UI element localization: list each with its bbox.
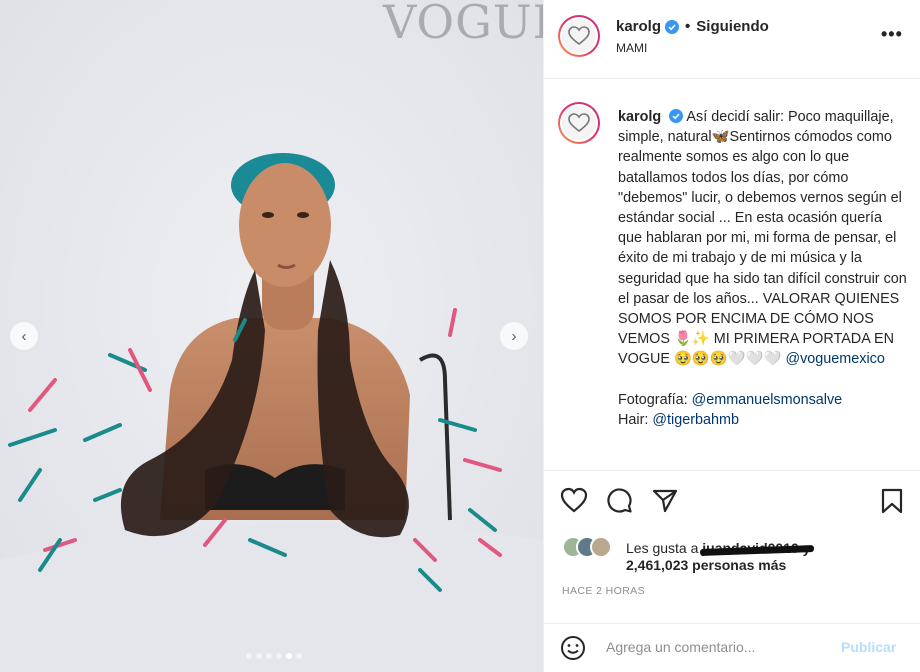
- heart-logo-icon: [568, 26, 590, 46]
- liked-by-avatars[interactable]: [562, 536, 612, 558]
- carousel-dot: [296, 653, 302, 659]
- mention-photographer[interactable]: @emmanuelsmonsalve: [692, 392, 843, 408]
- mention-hair[interactable]: @tigerbahmb: [652, 412, 739, 428]
- caption-area[interactable]: karolg Así decidí salir: Poco maquillaje…: [544, 80, 920, 470]
- location-link[interactable]: MAMI: [616, 41, 647, 55]
- header-separator: •: [685, 18, 691, 35]
- publish-button[interactable]: Publicar: [841, 639, 896, 655]
- liked-by-text: Les gusta a juandavid0010 y: [626, 538, 810, 558]
- chevron-left-icon: ‹: [21, 327, 27, 345]
- heart-logo-icon: [568, 113, 590, 133]
- credit-photo-label: Fotografía:: [618, 391, 692, 408]
- caption-body: Así decidí salir: Poco maquillaje, simpl…: [618, 109, 907, 368]
- post-header: karolg • Siguiendo MAMI •••: [544, 0, 920, 79]
- carousel-dot: [246, 653, 252, 659]
- comment-icon: [607, 488, 632, 513]
- emoji-button[interactable]: [560, 635, 586, 661]
- vogue-brand-text: VOGUE: [383, 0, 543, 49]
- carousel-dot: [256, 653, 262, 659]
- heart-icon: [560, 487, 588, 513]
- credit-hair-label: Hair:: [618, 411, 653, 428]
- avatar[interactable]: [558, 15, 600, 57]
- carousel-prev-button[interactable]: ‹: [10, 322, 38, 350]
- emoji-icon: [561, 636, 585, 660]
- caption-username[interactable]: karolg: [618, 109, 661, 125]
- bookmark-icon: [881, 488, 903, 514]
- liked-by-user-redacted[interactable]: juandavid0010 y: [702, 540, 810, 556]
- post-side-panel: karolg • Siguiendo MAMI ••• karolg Así d…: [543, 0, 920, 672]
- carousel-next-button[interactable]: ›: [500, 322, 528, 350]
- chevron-right-icon: ›: [511, 327, 517, 345]
- share-button[interactable]: [652, 489, 678, 513]
- caption-avatar[interactable]: [558, 102, 600, 144]
- like-button[interactable]: [560, 487, 588, 513]
- carousel-dot: [266, 653, 272, 659]
- carousel-dot: [276, 653, 282, 659]
- carousel-dot: [286, 653, 292, 659]
- verified-badge-icon: [669, 109, 684, 123]
- caption-text: karolg Así decidí salir: Poco maquillaje…: [618, 107, 908, 430]
- more-options-icon[interactable]: •••: [881, 24, 903, 45]
- carousel-indicator: [0, 653, 543, 659]
- actions-area: Les gusta a juandavid0010 y 2,461,023 pe…: [544, 470, 920, 672]
- following-button[interactable]: Siguiendo: [696, 18, 769, 35]
- avatar: [590, 536, 612, 558]
- header-username[interactable]: karolg: [616, 18, 661, 35]
- mention-voguemexico[interactable]: @voguemexico: [785, 351, 884, 367]
- likes-count[interactable]: 2,461,023 personas más: [626, 557, 786, 573]
- comment-input[interactable]: Agrega un comentario...: [606, 639, 755, 655]
- post-timestamp[interactable]: HACE 2 HORAS: [562, 585, 645, 597]
- save-button[interactable]: [881, 488, 903, 514]
- post-photo: [0, 0, 543, 672]
- comment-button[interactable]: [606, 487, 633, 514]
- caption-credits: Fotografía: @emmanuelsmonsalve Hair: @ti…: [618, 390, 908, 430]
- liked-by-prefix: Les gusta a: [626, 540, 703, 556]
- post-media[interactable]: VOGUE ‹ ›: [0, 0, 543, 672]
- verified-badge-icon: [665, 19, 680, 34]
- send-icon: [652, 489, 678, 513]
